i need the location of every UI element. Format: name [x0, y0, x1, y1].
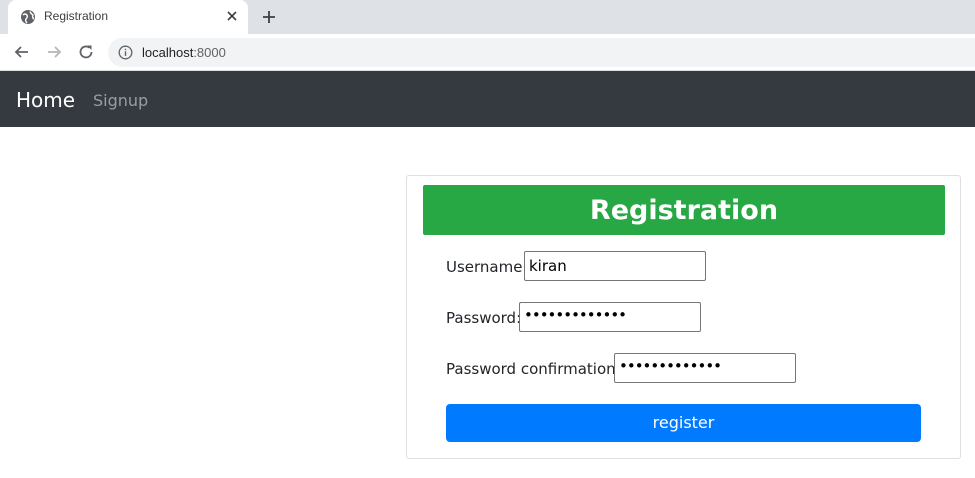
url-host: localhost	[142, 45, 194, 60]
plus-icon[interactable]	[260, 8, 278, 26]
username-label: Username:	[446, 258, 528, 276]
password-confirmation-label: Password confirmation:	[446, 360, 621, 378]
password-value: •••••••••••••	[524, 306, 627, 324]
address-bar[interactable]: localhost:8000	[108, 38, 975, 67]
tab-title: Registration	[44, 9, 109, 23]
arrow-left-icon[interactable]	[12, 42, 32, 62]
password-input[interactable]: •••••••••••••	[519, 302, 701, 332]
form-title: Registration	[589, 195, 779, 226]
globe-icon	[20, 9, 36, 25]
arrow-right-icon[interactable]	[44, 42, 64, 62]
password-confirmation-input[interactable]: •••••••••••••	[614, 353, 796, 383]
url-text: localhost:8000	[142, 45, 226, 60]
browser-tab[interactable]: Registration	[8, 0, 248, 34]
card-header: Registration	[423, 185, 945, 235]
reload-icon[interactable]	[76, 42, 96, 62]
browser-tabstrip: Registration	[0, 0, 975, 34]
navbar-brand-home[interactable]: Home	[16, 88, 75, 112]
username-input[interactable]	[524, 251, 706, 281]
info-icon[interactable]	[118, 45, 133, 60]
app-navbar: Home Signup	[0, 71, 975, 127]
password-confirmation-value: •••••••••••••	[619, 357, 722, 375]
nav-link-signup[interactable]: Signup	[93, 91, 148, 110]
close-icon[interactable]	[224, 8, 240, 24]
register-button[interactable]: register	[446, 404, 921, 442]
registration-card: Registration Username: Password: •••••••…	[406, 175, 961, 459]
password-label: Password:	[446, 309, 522, 327]
browser-toolbar: localhost:8000	[0, 34, 975, 71]
url-port: :8000	[193, 45, 226, 60]
